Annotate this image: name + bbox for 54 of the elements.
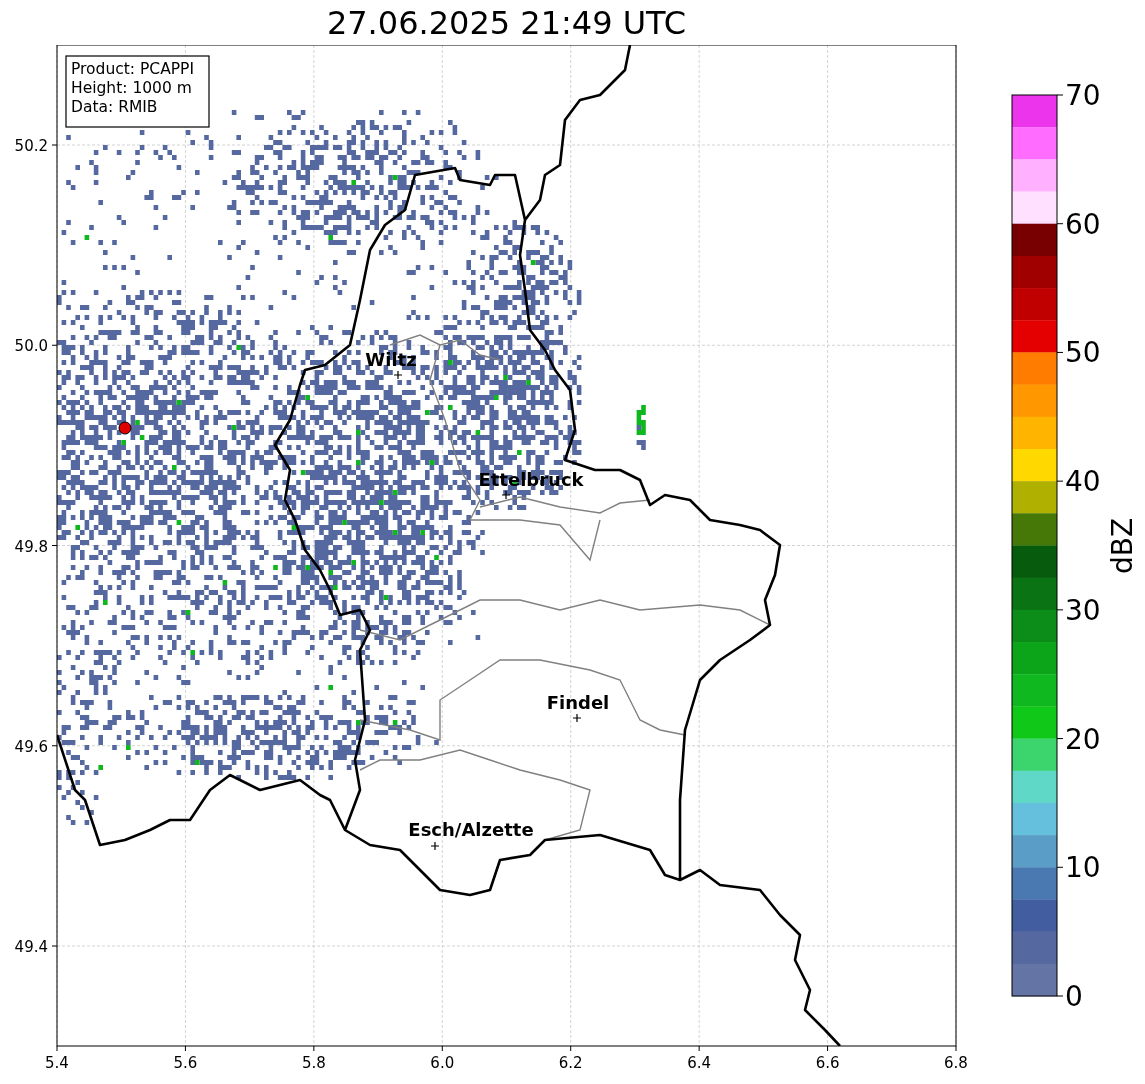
x-tick-label: 5.4 <box>45 1054 69 1072</box>
tick-mark <box>1056 738 1064 740</box>
x-tick-label: 6.6 <box>815 1054 840 1072</box>
x-tick-label: 6.2 <box>558 1054 583 1072</box>
x-tick-label: 6.4 <box>687 1054 712 1072</box>
tick-mark <box>1056 995 1064 997</box>
tick-mark <box>955 1045 957 1052</box>
y-tick-label: 49.6 <box>14 737 48 756</box>
place-label: Findel <box>546 692 610 713</box>
x-tick-label: 6.0 <box>430 1054 455 1072</box>
y-tick-label: 49.4 <box>14 938 48 956</box>
colorbar-tick-label: 10 <box>1065 851 1101 885</box>
city-marker-icon <box>430 841 440 851</box>
tick-mark <box>1056 866 1064 868</box>
tick-mark <box>184 1045 186 1052</box>
tick-mark <box>56 1045 58 1052</box>
radar-site-marker <box>118 421 132 435</box>
tick-mark <box>1056 223 1064 225</box>
city-marker-icon <box>572 713 582 723</box>
y-tick-label: 49.8 <box>14 537 48 556</box>
colorbar-tick-label: 20 <box>1065 722 1101 756</box>
tick-mark <box>1056 94 1064 96</box>
colorbar-label: dBZ <box>1106 517 1139 575</box>
colorbar-tick-label: 30 <box>1065 593 1101 627</box>
tick-mark <box>827 1045 829 1052</box>
x-tick-label: 6.8 <box>944 1054 968 1072</box>
y-tick-label: 50.0 <box>14 337 48 356</box>
info-line: Data: RMIB <box>71 98 158 116</box>
tick-mark <box>441 1045 443 1052</box>
colorbar-tick-label: 40 <box>1065 465 1101 499</box>
info-line: Height: 1000 m <box>71 79 192 97</box>
tick-mark <box>1056 480 1064 482</box>
tick-mark <box>51 745 58 747</box>
place-label: Esch/Alzette <box>408 819 534 840</box>
map-title: 27.06.2025 21:49 UTC <box>326 6 687 39</box>
tick-mark <box>698 1045 700 1052</box>
city-marker-icon <box>501 490 511 500</box>
tick-mark <box>51 545 58 546</box>
tick-mark <box>1056 609 1064 611</box>
colorbar-tick-label: 50 <box>1065 336 1101 370</box>
tick-mark <box>1056 351 1064 353</box>
tick-mark <box>51 945 58 947</box>
colorbar-tick-label: 0 <box>1065 980 1083 1013</box>
colorbar-tick-label: 60 <box>1065 207 1101 241</box>
info-line: Product: PCAPPI <box>71 60 195 78</box>
x-tick-label: 5.8 <box>301 1054 326 1072</box>
city-marker-icon <box>393 370 403 380</box>
tick-mark <box>313 1045 315 1052</box>
tick-mark <box>570 1045 572 1052</box>
x-tick-label: 5.6 <box>173 1054 198 1072</box>
tick-mark <box>51 344 58 346</box>
tick-mark <box>51 144 58 146</box>
colorbar-tick-label: 70 <box>1065 79 1101 112</box>
y-tick-label: 50.2 <box>14 137 48 155</box>
